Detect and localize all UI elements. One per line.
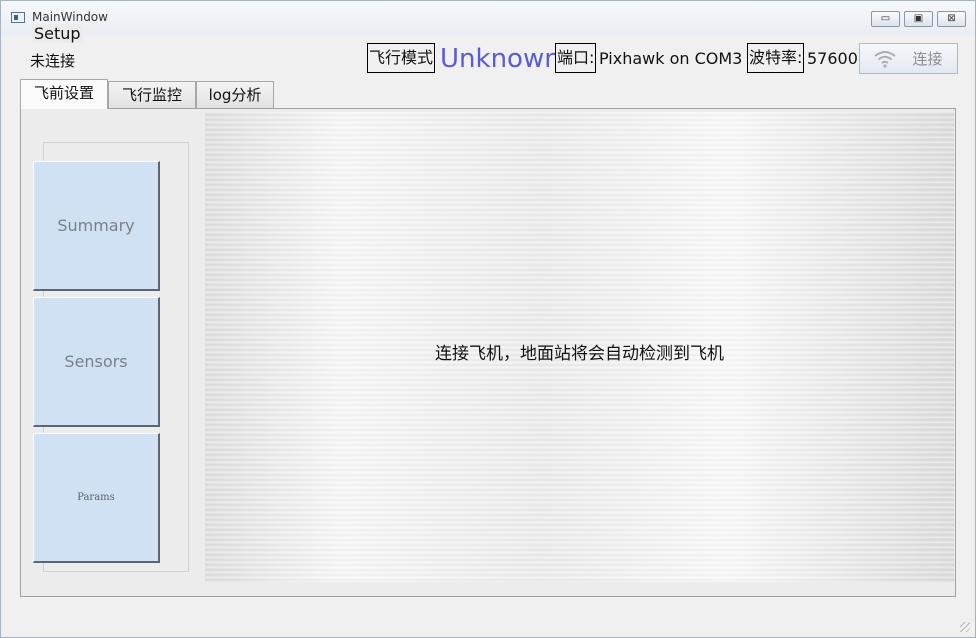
params-button[interactable]: Params [33, 433, 160, 563]
tab-flight-monitor[interactable]: 飞行监控 [108, 81, 196, 108]
wifi-icon [874, 50, 897, 68]
baud-value[interactable]: 57600 [807, 49, 858, 68]
connect-button-label: 连接 [912, 50, 943, 68]
connect-button[interactable]: 连接 [859, 43, 958, 74]
close-button[interactable]: ⊠ [937, 11, 966, 27]
port-label: 端口: [555, 43, 597, 73]
flight-mode-value: Unknown [440, 44, 561, 74]
tab-panel: 连接飞机，地面站将会自动检测到飞机 [20, 108, 956, 597]
resize-grip[interactable] [960, 622, 970, 632]
connection-status: 未连接 [30, 52, 76, 70]
main-window: MainWindow ▭ ▣ ⊠ 未连接 飞行模式 Unknown 端口: Pi… [0, 0, 976, 638]
title-bar[interactable]: MainWindow ▭ ▣ ⊠ [1, 1, 975, 35]
connect-hint-message: 连接飞机，地面站将会自动检测到飞机 [435, 344, 724, 364]
app-icon [11, 12, 25, 23]
maximize-button[interactable]: ▣ [904, 11, 933, 27]
setup-group-title: Setup [32, 24, 83, 43]
port-value[interactable]: Pixhawk on COM3 [599, 49, 742, 68]
tab-preflight-setup[interactable]: 飞前设置 [20, 79, 108, 109]
minimize-button[interactable]: ▭ [871, 11, 900, 27]
window-title: MainWindow [32, 10, 108, 24]
summary-button[interactable]: Summary [33, 161, 160, 291]
flight-mode-label: 飞行模式 [367, 43, 436, 73]
baud-label: 波特率: [747, 43, 805, 73]
sensors-button[interactable]: Sensors [33, 297, 160, 427]
tab-log-analysis[interactable]: log分析 [196, 81, 274, 108]
